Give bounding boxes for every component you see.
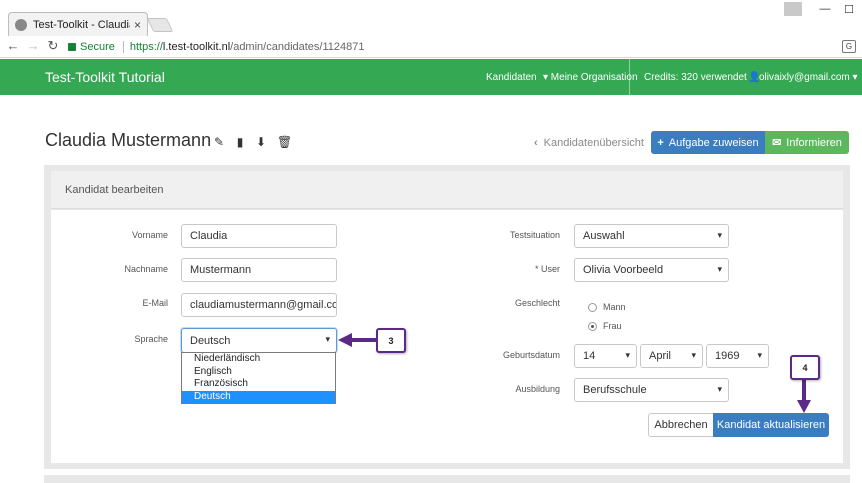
- callout-step-3: 3: [376, 328, 406, 353]
- annotation-arrows: [338, 333, 811, 413]
- callout-step-4: 4: [790, 355, 820, 380]
- arrow-to-update-button: [797, 380, 811, 413]
- arrow-to-sprache: [338, 333, 376, 347]
